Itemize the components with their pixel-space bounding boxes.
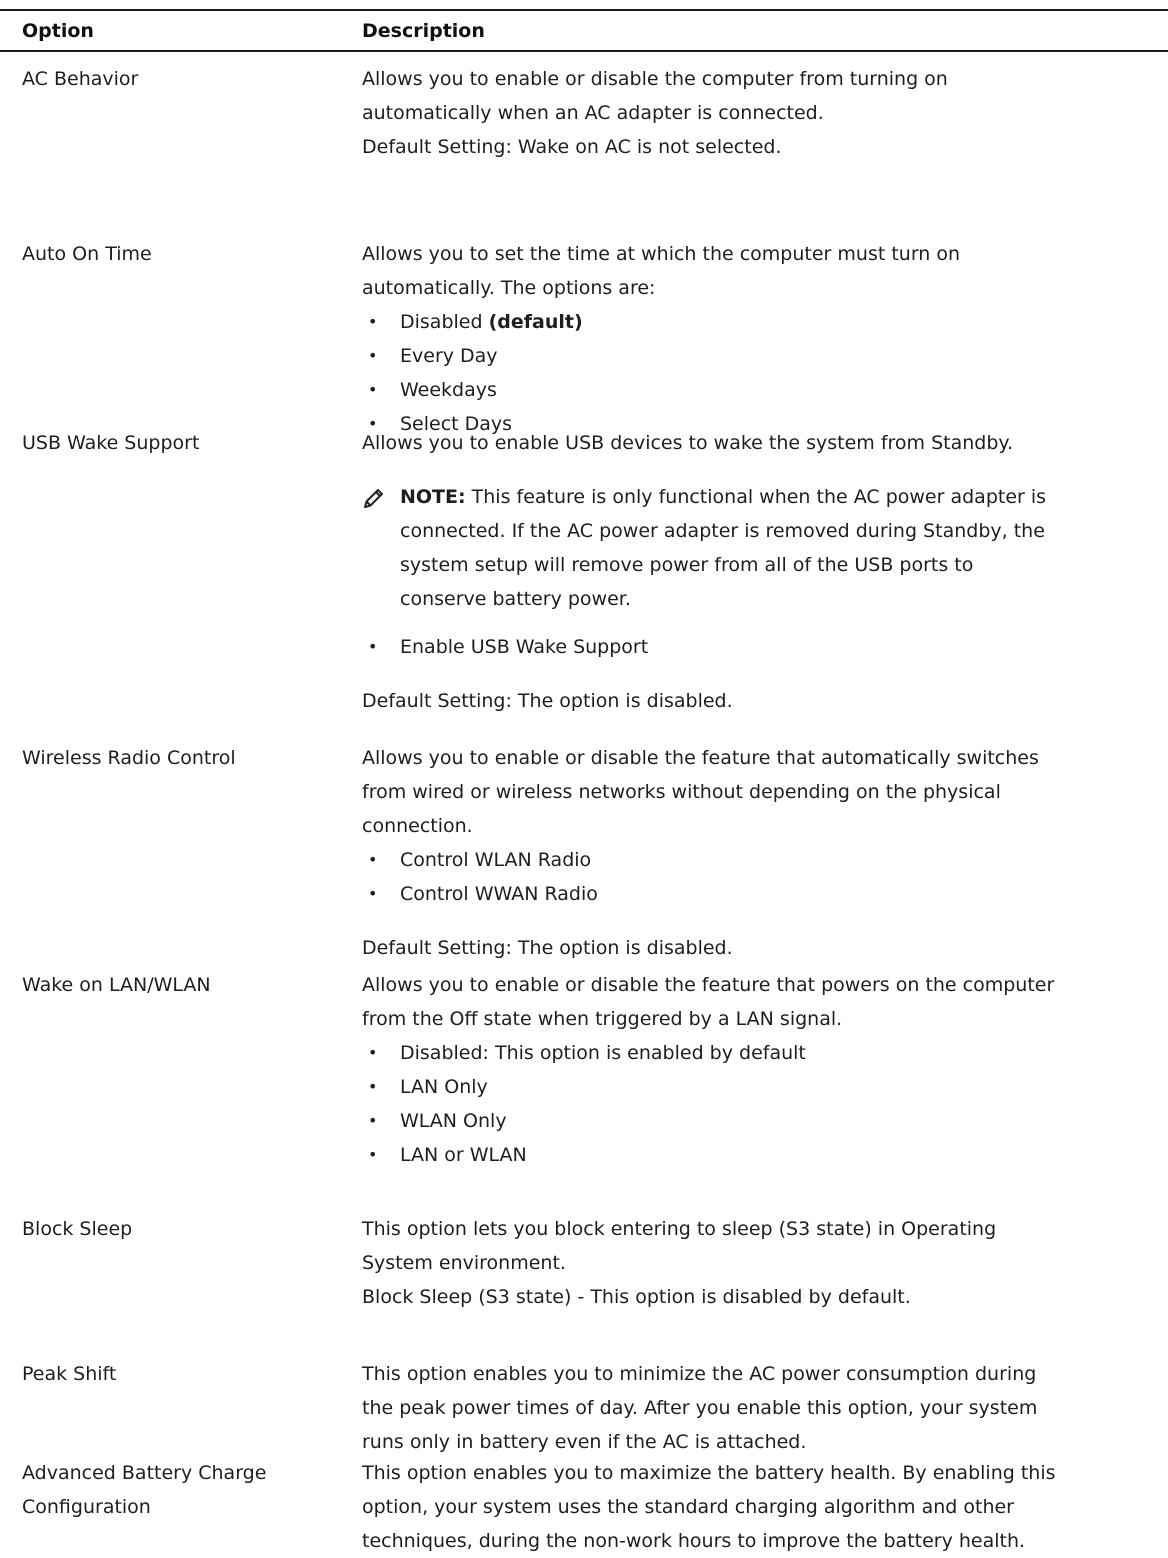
list-item: WLAN Only (362, 1104, 1162, 1138)
list-item: Control WLAN Radio (362, 843, 1162, 877)
description-line: from wired or wireless networks without … (362, 781, 1001, 803)
option-description: Allows you to enable or disable the feat… (362, 741, 1162, 965)
option-name-line: Configuration (22, 1496, 151, 1518)
description-line: Allows you to enable or disable the feat… (362, 974, 1055, 996)
description-line: This option enables you to maximize the … (362, 1462, 1056, 1484)
option-description: Allows you to enable USB devices to wake… (362, 426, 1162, 718)
option-description: This option enables you to minimize the … (362, 1357, 1162, 1459)
description-line: Allows you to enable or disable the feat… (362, 747, 1039, 769)
note-text: This feature is only functional when the… (471, 486, 1047, 508)
option-name: Peak Shift (22, 1363, 117, 1385)
note-block: NOTE: This feature is only functional wh… (362, 480, 1162, 616)
default-setting: Block Sleep (S3 state) - This option is … (362, 1286, 911, 1308)
description-line: This option enables you to minimize the … (362, 1363, 1037, 1385)
option-name: Wireless Radio Control (22, 747, 236, 769)
note-line: NOTE: This feature is only functional wh… (400, 480, 1162, 514)
description-line: Allows you to set the time at which the … (362, 243, 961, 265)
column-header-option: Option (22, 20, 94, 42)
list-item: LAN or WLAN (362, 1138, 1162, 1172)
description-line: This option lets you block entering to s… (362, 1218, 997, 1240)
list-item: Weekdays (362, 373, 1162, 407)
default-setting: Default Setting: The option is disabled. (362, 937, 733, 959)
description-line: Allows you to enable USB devices to wake… (362, 432, 1014, 454)
description-line: techniques, during the non-work hours to… (362, 1530, 1026, 1552)
note-line: conserve battery power. (400, 588, 631, 610)
list-item: Disabled (default) (362, 305, 1162, 339)
option-name: Wake on LAN/WLAN (22, 974, 211, 996)
description-line: option, your system uses the standard ch… (362, 1496, 1014, 1518)
option-list: Control WLAN Radio Control WWAN Radio (362, 843, 1162, 911)
note-line: system setup will remove power from all … (400, 554, 974, 576)
description-line: runs only in battery even if the AC is a… (362, 1431, 807, 1453)
list-item-label: Disabled (400, 311, 483, 333)
option-name: USB Wake Support (22, 432, 200, 454)
default-setting: Default Setting: Wake on AC is not selec… (362, 136, 782, 158)
option-description: Allows you to enable or disable the feat… (362, 968, 1162, 1172)
list-item: LAN Only (362, 1070, 1162, 1104)
default-setting: Default Setting: The option is disabled. (362, 690, 733, 712)
description-line: connection. (362, 815, 473, 837)
option-name-line: Advanced Battery Charge (22, 1462, 267, 1484)
option-description: Allows you to enable or disable the comp… (362, 62, 1162, 164)
option-description: This option enables you to maximize the … (362, 1456, 1162, 1558)
option-name: Auto On Time (22, 243, 152, 265)
list-item: Every Day (362, 339, 1162, 373)
option-name: Advanced Battery Charge Configuration (22, 1456, 342, 1524)
note-line: connected. If the AC power adapter is re… (400, 520, 1045, 542)
option-description: Allows you to set the time at which the … (362, 237, 1162, 441)
description-line: the peak power times of day. After you e… (362, 1397, 1038, 1419)
list-item: Enable USB Wake Support (362, 630, 1162, 664)
description-line: automatically. The options are: (362, 277, 656, 299)
list-item: Control WWAN Radio (362, 877, 1162, 911)
description-line: Allows you to enable or disable the comp… (362, 68, 948, 90)
description-line: automatically when an AC adapter is conn… (362, 102, 824, 124)
table-header-rule (0, 50, 1168, 52)
option-name: Block Sleep (22, 1218, 133, 1240)
table-top-rule (0, 9, 1168, 11)
description-line: from the Off state when triggered by a L… (362, 1008, 843, 1030)
option-description: This option lets you block entering to s… (362, 1212, 1162, 1314)
pencil-note-icon (364, 489, 383, 508)
option-name: AC Behavior (22, 68, 139, 90)
option-list: Disabled (default) Every Day Weekdays Se… (362, 305, 1162, 441)
list-item: Disabled: This option is enabled by defa… (362, 1036, 1162, 1070)
note-title: NOTE: (400, 486, 466, 508)
option-list: Enable USB Wake Support (362, 630, 1162, 664)
column-header-description: Description (362, 20, 485, 42)
description-line: System environment. (362, 1252, 566, 1274)
option-list: Disabled: This option is enabled by defa… (362, 1036, 1162, 1172)
default-marker: (default) (488, 311, 583, 333)
